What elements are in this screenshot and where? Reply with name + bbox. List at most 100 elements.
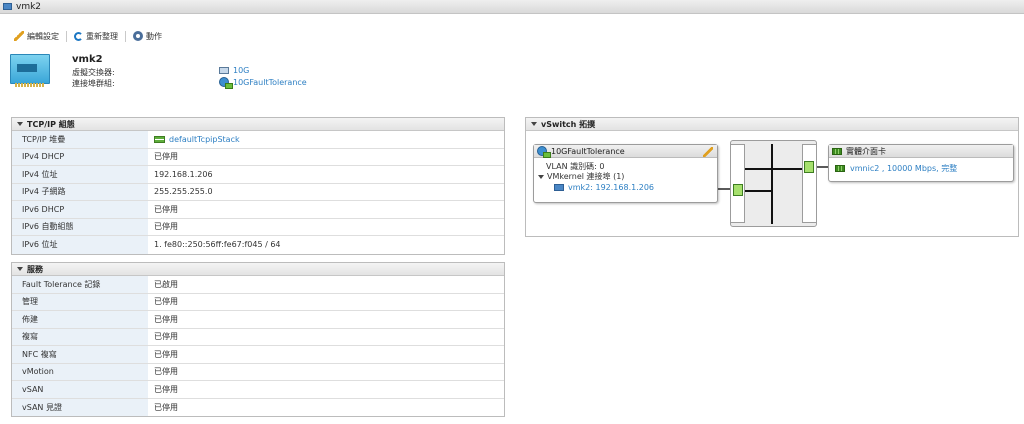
uplink-port [804,161,814,173]
row-key: 管理 [12,293,148,310]
row-key: vSAN [12,381,148,398]
topology-panel-header[interactable]: vSwitch 拓撲 [526,118,1018,131]
row-value: 已啟用 [154,279,178,289]
refresh-icon [74,31,83,41]
portgroup-value: 10GFaultTolerance [233,77,307,87]
portgroup-label: 連接埠群組: [72,79,115,88]
object-header: vmk2 虛擬交換器: 連接埠群組: 10G 10GFaultTolerance [10,54,510,90]
row-key: Fault Tolerance 記錄 [12,276,148,293]
vswitch-label: 虛擬交換器: [72,68,115,77]
tcpip-panel-title: TCP/IP 組態 [27,119,75,129]
row-value: 192.168.1.206 [154,169,213,179]
portgroup-icon [219,77,233,89]
portgroup-card-header: 10GFaultTolerance [534,145,717,158]
row-key: NFC 複寫 [12,346,148,363]
row-value: defaultTcpipStack [169,134,240,144]
gear-icon [133,31,143,41]
row-key: 佈建 [12,311,148,328]
table-row: IPv6 自動組態 已停用 [12,218,504,236]
toolbar-separator [66,30,67,42]
table-row: IPv6 位址 1. fe80::250:56ff:fe67:f045 / 64 [12,236,504,254]
tcpip-panel-header[interactable]: TCP/IP 組態 [12,118,504,131]
collapse-caret-icon [17,122,23,126]
table-row: vSAN 已停用 [12,381,504,399]
window-titlebar: vmk2 [0,0,1024,14]
tcpip-stack-link[interactable]: defaultTcpipStack [148,131,504,148]
vswitch-link[interactable]: 10G [219,66,249,75]
table-row: NFC 複寫 已停用 [12,346,504,364]
portgroup-port [733,184,743,196]
row-value: 已停用 [154,222,178,232]
row-key: IPv4 位址 [12,166,148,183]
vmnic-entry[interactable]: vmnic2 , 10000 Mbps, 完整 [835,163,957,174]
vmkernel-ports-group[interactable]: VMkernel 連接埠 (1) [538,171,624,182]
vmkernel-nic-icon [554,184,564,191]
row-value: 已停用 [154,349,178,359]
physical-adapters-card[interactable]: 實體介面卡 vmnic2 , 10000 Mbps, 完整 [828,144,1014,182]
row-value: 已停用 [154,152,178,162]
table-row: IPv4 DHCP 已停用 [12,148,504,166]
switch-right-bay [802,144,816,223]
pencil-icon [14,31,24,41]
row-key: TCP/IP 堆疊 [12,131,148,148]
switch-bus [745,190,772,192]
table-row: Fault Tolerance 記錄 已啟用 [12,276,504,294]
row-value: 1. fe80::250:56ff:fe67:f045 / 64 [154,240,281,250]
actions-button[interactable]: 動作 [133,31,169,42]
refresh-label: 重新整理 [86,31,118,41]
services-panel-title: 服務 [27,264,43,274]
network-adapter-icon [10,54,50,87]
collapse-caret-icon [17,267,23,271]
window-title: vmk2 [16,1,42,12]
row-key: 複寫 [12,328,148,345]
portgroup-card-title: 10GFaultTolerance [551,146,625,156]
row-value: 255.255.255.0 [154,187,213,197]
table-row: 佈建 已停用 [12,311,504,329]
row-key: IPv6 自動組態 [12,218,148,235]
object-name: vmk2 [72,54,103,65]
table-row: TCP/IP 堆疊 defaultTcpipStack [12,131,504,149]
expand-caret-icon [538,174,544,179]
actions-label: 動作 [146,31,162,41]
row-key: vSAN 見證 [12,398,148,416]
portgroup-link[interactable]: 10GFaultTolerance [219,77,307,89]
services-panel: 服務 Fault Tolerance 記錄 已啟用 管理 已停用 佈建 已停用 … [11,262,505,417]
edit-pencil-icon[interactable] [703,147,713,157]
row-value: 已停用 [154,384,178,394]
row-value: 已停用 [154,332,178,342]
table-row: vSAN 見證 已停用 [12,398,504,416]
row-key: vMotion [12,363,148,380]
table-row: vMotion 已停用 [12,363,504,381]
row-value: 已停用 [154,297,178,307]
vmkernel-ports-label: VMkernel 連接埠 (1) [547,172,625,181]
vswitch-diagram [730,140,817,227]
table-row: IPv4 位址 192.168.1.206 [12,166,504,184]
table-row: IPv6 DHCP 已停用 [12,201,504,219]
vswitch-value: 10G [233,66,250,75]
row-value: 已停用 [154,402,178,412]
portgroup-card[interactable]: 10GFaultTolerance VLAN 識別碼: 0 VMkernel 連… [533,144,718,203]
vmnic-entry-label: vmnic2 , 10000 Mbps, 完整 [850,164,958,173]
tcpip-stack-icon [154,135,165,143]
vmk-entry-label: vmk2: 192.168.1.206 [568,183,655,192]
row-key: IPv6 DHCP [12,201,148,218]
topology-panel-title: vSwitch 拓撲 [541,119,596,129]
refresh-button[interactable]: 重新整理 [74,31,125,42]
row-value: 已停用 [154,204,178,214]
services-panel-header[interactable]: 服務 [12,263,504,276]
vmk-entry[interactable]: vmk2: 192.168.1.206 [554,183,654,192]
row-value: 已停用 [154,314,178,324]
physical-adapters-header: 實體介面卡 [829,145,1013,158]
vswitch-topology-panel: vSwitch 拓撲 10GFaultTolerance VLAN 識別碼: 0… [525,117,1019,237]
table-row: IPv4 子網路 255.255.255.0 [12,183,504,201]
physical-adapters-title: 實體介面卡 [846,146,886,156]
row-key: IPv4 DHCP [12,148,148,165]
switch-bus [745,168,802,170]
physical-nic-icon [835,165,845,172]
toolbar: 編輯設定 重新整理 動作 [14,29,169,43]
tcpip-panel: TCP/IP 組態 TCP/IP 堆疊 defaultTcpipStack IP… [11,117,505,255]
physical-nic-icon [832,147,842,155]
row-key: IPv6 位址 [12,236,148,254]
edit-settings-button[interactable]: 編輯設定 [14,31,66,42]
table-row: 管理 已停用 [12,293,504,311]
